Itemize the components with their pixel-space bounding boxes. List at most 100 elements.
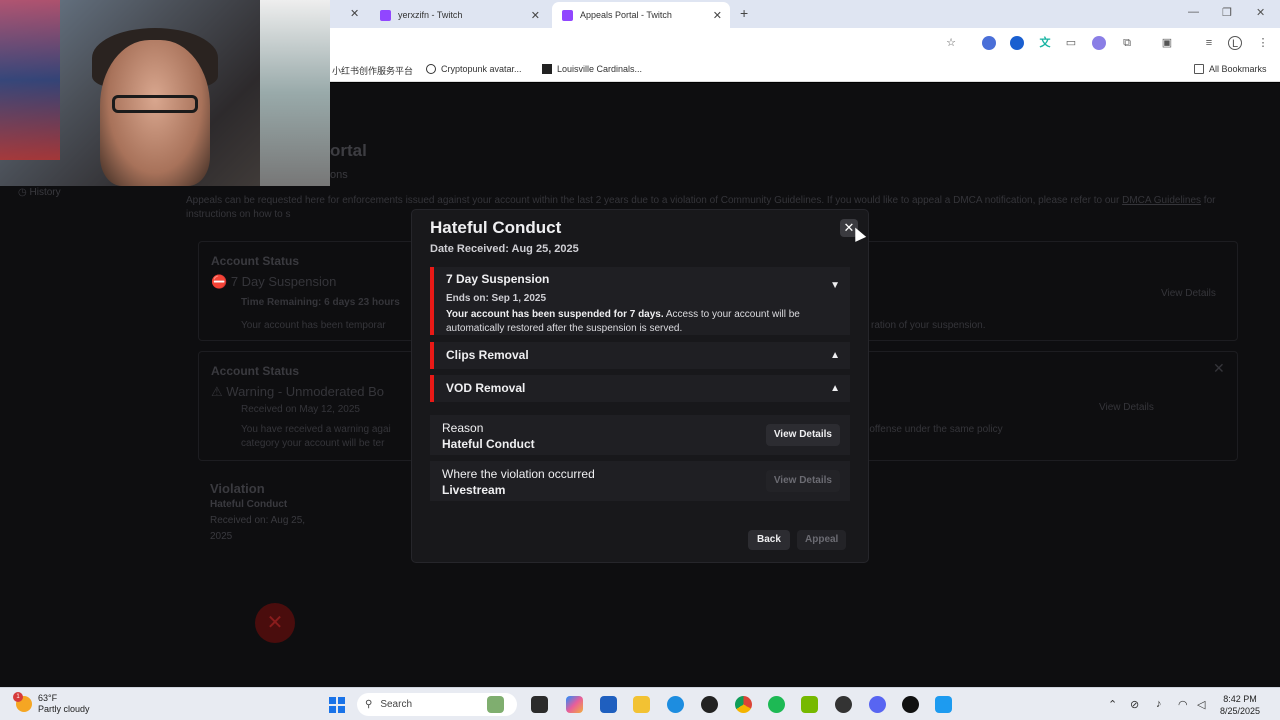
search-highlight-icon xyxy=(487,696,504,713)
weather-widget[interactable]: 1 63°F Partly cloudy xyxy=(13,692,90,715)
row-value: Livestream xyxy=(442,483,506,497)
extension-icon[interactable]: 文 xyxy=(1038,36,1052,50)
app-icon[interactable] xyxy=(701,696,718,713)
received-date: Received on May 12, 2025 xyxy=(241,404,360,415)
webcam-background xyxy=(260,0,330,186)
violation-location-row: Where the violation occurred Livestream … xyxy=(430,461,850,501)
tab-close-icon[interactable]: ✕ xyxy=(350,7,359,20)
card-body-2: category your account will be ter xyxy=(241,438,385,449)
extension-icon[interactable] xyxy=(1092,36,1106,50)
weather-desc: Partly cloudy xyxy=(38,704,90,714)
extension-icon[interactable] xyxy=(1010,36,1024,50)
tab-appeals-portal[interactable]: Appeals Portal - Twitch ✕ xyxy=(552,2,730,28)
window-close-icon[interactable]: ✕ xyxy=(1256,6,1265,19)
wifi-icon[interactable]: ◠ xyxy=(1178,698,1188,711)
card-body: Your account has been temporar xyxy=(241,320,386,331)
discord-icon[interactable] xyxy=(869,696,886,713)
bookmark-cryptopunk[interactable]: Cryptopunk avatar... xyxy=(426,64,522,74)
chevron-up-icon[interactable]: ▲ xyxy=(830,383,840,394)
nvidia-icon[interactable] xyxy=(801,696,818,713)
copilot-icon[interactable] xyxy=(566,696,583,713)
notification-badge: 1 xyxy=(13,692,23,702)
dmca-guidelines-link[interactable]: DMCA Guidelines xyxy=(1122,195,1201,206)
extension-icon[interactable] xyxy=(982,36,996,50)
page-title: ortal xyxy=(330,141,367,160)
profile-icon[interactable]: L xyxy=(1228,36,1242,50)
clock-time: 8:42 PM xyxy=(1223,694,1257,704)
sidebar-history-link[interactable]: ◷ History xyxy=(18,187,61,198)
close-icon[interactable]: ✕ xyxy=(1213,360,1225,377)
row-label: Reason xyxy=(442,421,484,435)
store-icon[interactable] xyxy=(600,696,617,713)
obs-icon[interactable] xyxy=(902,696,919,713)
reason-row: Reason Hateful Conduct View Details xyxy=(430,415,850,455)
close-icon[interactable]: ✕ xyxy=(713,9,722,22)
chevron-up-icon[interactable]: ⌃ xyxy=(1108,698,1117,711)
folder-icon xyxy=(1194,64,1204,74)
close-icon[interactable]: ✕ xyxy=(255,603,295,643)
row-value: Hateful Conduct xyxy=(442,437,535,451)
twitch-icon xyxy=(380,9,391,21)
screen: ◷ History ortal ons Appeals can be reque… xyxy=(0,0,1280,720)
taskbar: 1 63°F Partly cloudy ⚲ Search ⌃ ⊘ ♪ ◠ ◁ xyxy=(0,687,1280,720)
task-view-icon[interactable] xyxy=(531,696,548,713)
volume-icon[interactable]: ◁ xyxy=(1197,698,1205,711)
spotify-icon[interactable] xyxy=(768,696,785,713)
more-icon[interactable]: ⋮ xyxy=(1256,36,1270,50)
history-label: History xyxy=(29,187,61,198)
modal-title: Hateful Conduct xyxy=(430,218,562,237)
close-icon[interactable]: ✕ xyxy=(531,9,540,22)
browser-tab-bar: ✕ yerxzifn - Twitch ✕ Appeals Portal - T… xyxy=(330,0,1280,28)
bookmark-label: Louisville Cardinals... xyxy=(557,64,643,74)
new-tab-button[interactable]: + xyxy=(740,5,748,21)
card-status: ⛔ 7 Day Suspension xyxy=(211,274,337,289)
page-subtitle: ons xyxy=(330,169,348,181)
section-clips-removal[interactable]: Clips Removal ▲ xyxy=(430,342,850,369)
bookmark-label: Cryptopunk avatar... xyxy=(441,64,522,74)
restore-icon[interactable]: ❐ xyxy=(1222,6,1232,19)
webcam-background xyxy=(0,0,60,160)
puzzle-icon[interactable]: ⧉ xyxy=(1120,36,1134,50)
card-body-right: ration of your suspension. xyxy=(871,320,986,331)
view-details-button[interactable]: View Details xyxy=(765,424,840,446)
bookmark-xiaohongshu[interactable]: 小红书创作服务平台 xyxy=(332,64,413,77)
tab-label: Appeals Portal - Twitch xyxy=(580,10,672,20)
browser-toolbar: ☆ 文 ▭ ⧉ ▣ ≡ L ⋮ xyxy=(330,28,1280,58)
enforcement-details-modal: Hateful Conduct Date Received: Aug 25, 2… xyxy=(412,210,868,562)
all-bookmarks-button[interactable]: All Bookmarks xyxy=(1194,64,1267,74)
view-details-button[interactable]: View Details xyxy=(1161,288,1216,299)
view-details-button[interactable]: View Details xyxy=(1099,402,1154,413)
menu-icon[interactable]: ≡ xyxy=(1202,36,1216,50)
app-icon[interactable] xyxy=(935,696,952,713)
steam-icon[interactable] xyxy=(835,696,852,713)
violation-heading: Violation xyxy=(210,481,265,496)
card-body-right: n offense under the same policy xyxy=(861,424,1003,435)
globe-icon xyxy=(426,64,436,74)
system-clock[interactable]: 8:42 PM 8/25/2025 xyxy=(1210,693,1270,717)
star-icon[interactable]: ☆ xyxy=(944,36,958,50)
status-label: Warning - Unmoderated Bo xyxy=(226,384,385,399)
section-heading: VOD Removal xyxy=(446,381,526,395)
bookmark-louisville[interactable]: Louisville Cardinals... xyxy=(542,64,642,74)
edge-icon[interactable] xyxy=(667,696,684,713)
cast-icon[interactable]: ▣ xyxy=(1160,36,1174,50)
chevron-down-icon[interactable]: ▼ xyxy=(830,280,840,291)
windows-start-icon[interactable] xyxy=(329,697,345,713)
extension-icon[interactable]: ▭ xyxy=(1064,36,1078,50)
reason-info: Reason Hateful Conduct xyxy=(442,420,535,452)
back-button[interactable]: Back xyxy=(748,530,790,550)
violation-summary: Violation Hateful Conduct Received on: A… xyxy=(210,481,305,545)
minimize-icon[interactable]: — xyxy=(1188,6,1199,18)
chrome-icon[interactable] xyxy=(735,696,752,713)
file-explorer-icon[interactable] xyxy=(633,696,650,713)
view-details-button-disabled: View Details xyxy=(765,470,840,492)
site-icon xyxy=(542,64,552,74)
section-vod-removal[interactable]: VOD Removal ▲ xyxy=(430,375,850,402)
mic-icon[interactable]: ♪ xyxy=(1156,698,1162,710)
tab-yerxzifn[interactable]: yerxzifn - Twitch ✕ xyxy=(370,2,548,28)
chevron-up-icon[interactable]: ▲ xyxy=(830,350,840,361)
network-icon[interactable]: ⊘ xyxy=(1130,698,1139,711)
time-remaining: Time Remaining: 6 days 23 hours xyxy=(241,297,400,308)
mouse-cursor-icon xyxy=(849,225,867,242)
section-suspension[interactable]: 7 Day Suspension ▼ Ends on: Sep 1, 2025 … xyxy=(430,267,850,335)
